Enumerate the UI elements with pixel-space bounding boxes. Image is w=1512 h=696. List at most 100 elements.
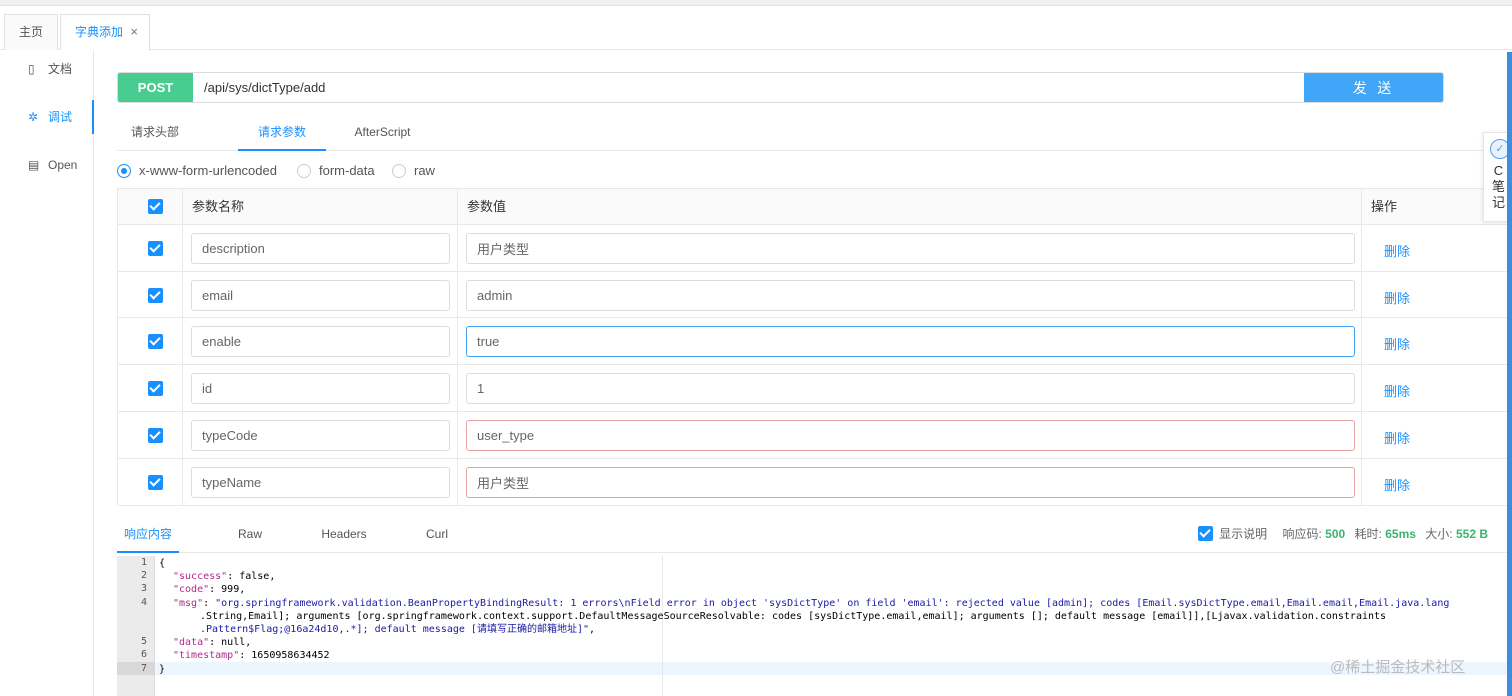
column-divider [1361, 189, 1362, 506]
request-tabs: 请求头部 请求参数 AfterScript [117, 112, 1512, 151]
sidebar-item-open[interactable]: ▤ Open [0, 148, 94, 182]
table-row: 删除 [118, 272, 1512, 318]
response-meta: 显示说明 响应码: 500 耗时: 65ms 大小: 552 B [1198, 515, 1494, 553]
line-number: 2 [140, 570, 147, 581]
sidebar-item-docs[interactable]: ▯ 文档 [0, 52, 94, 86]
param-name-input[interactable] [191, 326, 450, 357]
json-value: : 1650958634452 [239, 650, 330, 661]
tab-afterscript[interactable]: AfterScript [335, 112, 430, 151]
param-value-input[interactable] [466, 420, 1355, 451]
json-string: .Pattern$Flag;@16a24d10,.*]; default mes… [200, 624, 589, 635]
code-line: } [159, 664, 166, 675]
radio-label: x-www-form-urlencoded [139, 163, 277, 178]
row-checkbox[interactable] [148, 334, 163, 349]
param-name-input[interactable] [191, 467, 450, 498]
row-checkbox[interactable] [148, 475, 163, 490]
param-name-input[interactable] [191, 420, 450, 451]
bug-icon: ✲ [28, 110, 39, 124]
tab-raw[interactable]: Raw [225, 515, 275, 553]
column-header-action: 操作 [1371, 199, 1398, 214]
param-value-input[interactable] [466, 467, 1355, 498]
close-icon[interactable]: × [130, 24, 138, 39]
tab-response-content[interactable]: 响应内容 [117, 515, 179, 553]
line-number: 3 [140, 583, 147, 594]
tab-dict-add[interactable]: 字典添加 × [60, 14, 150, 51]
response-editor[interactable]: 1 2 3 4 5 6 7 { "success": false, "code"… [117, 556, 1512, 696]
json-key: "msg" [173, 598, 204, 609]
radio-dot [392, 164, 406, 178]
table-row: 删除 [118, 365, 1512, 412]
url-bar: POST 发 送 [117, 72, 1444, 103]
table-row: 删除 [118, 225, 1512, 272]
response-code: 500 [1325, 527, 1346, 541]
sidebar-item-label: Open [48, 158, 78, 172]
tab-request-params[interactable]: 请求参数 [238, 112, 326, 151]
delete-link[interactable]: 删除 [1384, 241, 1410, 260]
tabs-bar: 主页 字典添加 × [0, 6, 1512, 51]
delete-link[interactable]: 删除 [1384, 334, 1410, 353]
json-comma: , [588, 624, 596, 635]
sidebar-item-label: 调试 [48, 110, 73, 124]
json-key: "success" [173, 571, 228, 582]
code-line: "timestamp": 1650958634452 [173, 649, 330, 662]
sidebar-item-debug[interactable]: ✲ 调试 [0, 100, 94, 134]
delete-link[interactable]: 删除 [1384, 381, 1410, 400]
json-key: "timestamp" [173, 650, 240, 661]
json-value: : null, [209, 637, 252, 648]
code-line: "data": null, [173, 636, 251, 649]
radio-label: form-data [319, 163, 375, 178]
time-label: 耗时: [1354, 527, 1382, 541]
show-description-checkbox[interactable] [1198, 526, 1214, 541]
url-input[interactable] [194, 73, 1304, 102]
line-number: 6 [140, 649, 147, 660]
tab-curl[interactable]: Curl [417, 515, 457, 553]
delete-link[interactable]: 删除 [1384, 288, 1410, 307]
response-tabs: 响应内容 Raw Headers Curl 显示说明 响应码: 500 耗时: … [117, 515, 1512, 553]
document-icon: ▯ [28, 62, 35, 76]
code-line: "success": false, [173, 570, 275, 583]
table-header: 参数名称 参数值 操作 [118, 189, 1512, 225]
select-all-checkbox[interactable] [148, 199, 163, 214]
method-badge[interactable]: POST [118, 73, 193, 102]
size-label: 大小: [1425, 527, 1453, 541]
column-divider [182, 189, 183, 506]
json-value: : 999, [209, 584, 246, 595]
param-name-input[interactable] [191, 233, 450, 264]
line-number: 5 [140, 636, 147, 647]
tab-request-headers[interactable]: 请求头部 [117, 112, 193, 151]
send-button[interactable]: 发 送 [1304, 73, 1443, 102]
scrollbar[interactable] [1507, 52, 1512, 696]
row-checkbox[interactable] [148, 428, 163, 443]
column-header-name: 参数名称 [192, 199, 245, 214]
params-table: 参数名称 参数值 操作 删除 删除 删除 删除 删除 删除 [117, 188, 1512, 506]
print-margin [662, 556, 663, 696]
json-key: "data" [173, 637, 210, 648]
show-description-label: 显示说明 [1219, 527, 1268, 541]
param-value-input[interactable] [466, 326, 1355, 357]
tab-home[interactable]: 主页 [4, 14, 58, 50]
param-name-input[interactable] [191, 280, 450, 311]
radio-urlencoded[interactable]: x-www-form-urlencoded [117, 160, 287, 182]
delete-link[interactable]: 删除 [1384, 428, 1410, 447]
radio-raw[interactable]: raw [392, 160, 442, 182]
param-name-input[interactable] [191, 373, 450, 404]
line-number: 7 [140, 663, 147, 674]
file-icon: ▤ [28, 158, 40, 172]
code-line: "msg": "org.springframework.validation.B… [173, 598, 1450, 609]
param-value-input[interactable] [466, 280, 1355, 311]
radio-dot [117, 164, 131, 178]
radio-form-data[interactable]: form-data [297, 160, 382, 182]
table-row: 删除 [118, 412, 1512, 459]
code-line-wrap: .String,Email]; arguments [org.springfra… [200, 611, 1387, 622]
param-value-input[interactable] [466, 233, 1355, 264]
row-checkbox[interactable] [148, 381, 163, 396]
table-row: 删除 [118, 459, 1512, 506]
code-line-wrap: .Pattern$Flag;@16a24d10,.*]; default mes… [200, 623, 595, 636]
tab-headers[interactable]: Headers [314, 515, 374, 553]
delete-link[interactable]: 删除 [1384, 475, 1410, 494]
row-checkbox[interactable] [148, 288, 163, 303]
param-value-input[interactable] [466, 373, 1355, 404]
table-row: 删除 [118, 318, 1512, 365]
tab-dict-add-label: 字典添加 [75, 25, 124, 39]
row-checkbox[interactable] [148, 241, 163, 256]
